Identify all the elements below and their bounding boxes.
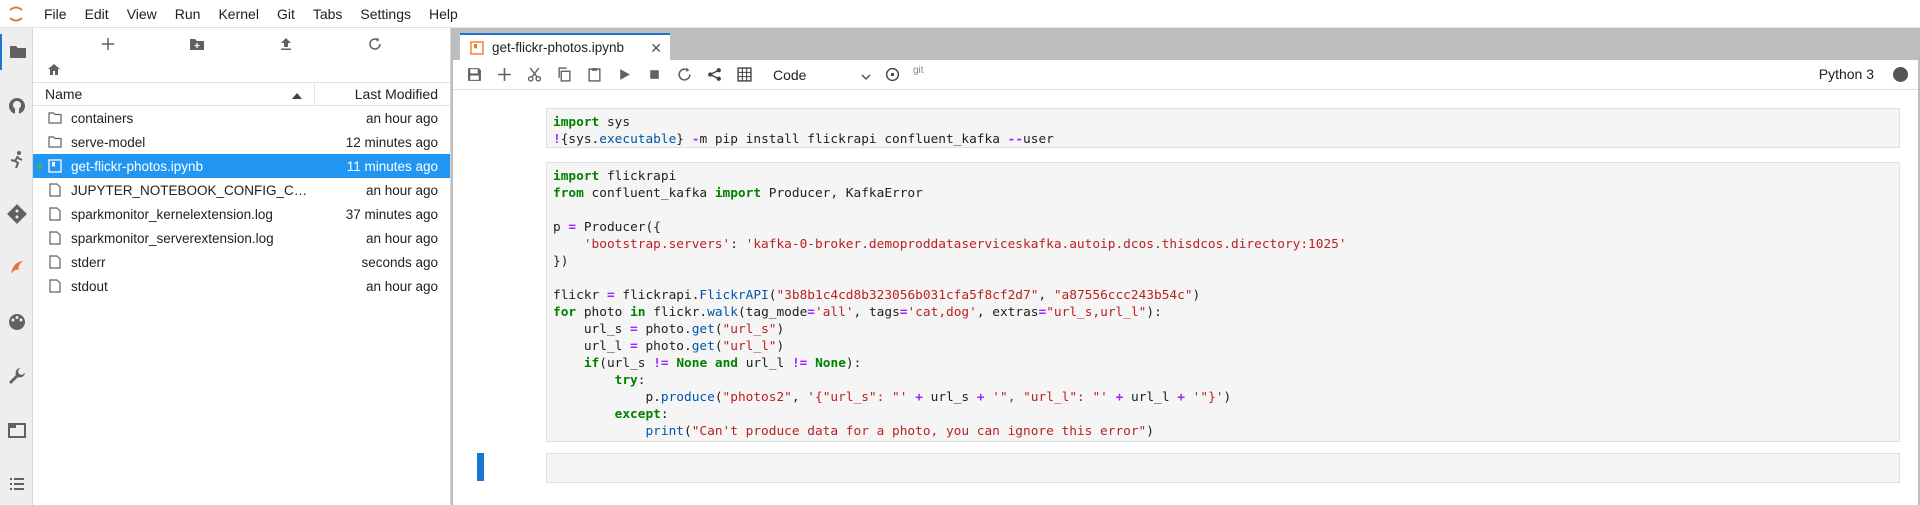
upload-icon[interactable] xyxy=(274,32,298,56)
wrench-icon[interactable] xyxy=(0,358,33,394)
tab-bar: get-flickr-photos.ipynb ✕ xyxy=(451,28,1920,60)
file-row-sparkmonitor-kernel-log[interactable]: sparkmonitor_kernelextension.log 37 minu… xyxy=(33,202,450,226)
menu-run[interactable]: Run xyxy=(166,0,210,28)
cut-icon[interactable] xyxy=(519,61,549,89)
kernel-name[interactable]: Python 3 xyxy=(1819,66,1874,82)
chevron-down-icon xyxy=(861,67,871,83)
clock-icon[interactable] xyxy=(877,61,907,89)
file-browser: Name Last Modified containers an hour ag… xyxy=(33,28,451,505)
file-row-stdout[interactable]: stdout an hour ago xyxy=(33,274,450,298)
git-label[interactable]: git xyxy=(913,65,924,76)
file-icon xyxy=(47,254,63,270)
tabs-icon[interactable] xyxy=(0,412,33,448)
column-last-modified[interactable]: Last Modified xyxy=(315,86,450,102)
restart-icon[interactable] xyxy=(669,61,699,89)
file-list-header: Name Last Modified xyxy=(33,82,450,106)
add-cell-icon[interactable] xyxy=(489,61,519,89)
running-indicator xyxy=(37,164,42,169)
breadcrumb xyxy=(33,60,450,82)
cell-editor[interactable]: import sys !{sys.executable} -m pip inst… xyxy=(546,108,1900,148)
main-area: get-flickr-photos.ipynb ✕ Code git Pytho… xyxy=(451,28,1920,505)
spark-icon[interactable] xyxy=(0,250,33,286)
new-launcher-icon[interactable] xyxy=(96,32,120,56)
notebook-toolbar: Code git Python 3 xyxy=(453,60,1918,90)
file-browser-toolbar xyxy=(33,28,450,60)
file-icon xyxy=(47,278,63,294)
menu-tabs[interactable]: Tabs xyxy=(304,0,352,28)
share-icon[interactable] xyxy=(699,61,729,89)
menu-help[interactable]: Help xyxy=(420,0,467,28)
file-row-sparkmonitor-server-log[interactable]: sparkmonitor_serverextension.log an hour… xyxy=(33,226,450,250)
notebook-icon xyxy=(470,40,484,55)
palette-icon[interactable] xyxy=(0,304,33,340)
cell-editor[interactable] xyxy=(546,453,1900,483)
notebook-icon xyxy=(47,158,63,174)
notebook-cell[interactable]: [*]: import flickrapi from confluent_kaf… xyxy=(453,162,1918,442)
refresh-icon[interactable] xyxy=(363,32,387,56)
notebook-cell[interactable]: [ ]: import sys !{sys.executable} -m pip… xyxy=(453,108,1918,148)
calculator-icon[interactable] xyxy=(729,61,759,89)
file-icon xyxy=(47,206,63,222)
menu-kernel[interactable]: Kernel xyxy=(209,0,267,28)
notebook-panel: Code git Python 3 [ ]: import sys !{sys.… xyxy=(453,60,1918,505)
toc-list-icon[interactable] xyxy=(0,466,33,502)
paste-icon[interactable] xyxy=(579,61,609,89)
stop-icon[interactable] xyxy=(639,61,669,89)
menu-git[interactable]: Git xyxy=(268,0,304,28)
menu-settings[interactable]: Settings xyxy=(351,0,420,28)
copy-icon[interactable] xyxy=(549,61,579,89)
file-row-get-flickr-photos[interactable]: get-flickr-photos.ipynb 11 minutes ago xyxy=(33,154,450,178)
notebook-cell-active[interactable]: [ ]: xyxy=(453,453,1918,483)
folder-icon xyxy=(47,110,63,126)
tab-get-flickr-photos[interactable]: get-flickr-photos.ipynb ✕ xyxy=(460,33,670,60)
git-icon[interactable] xyxy=(0,196,33,232)
kernel-status-indicator xyxy=(1893,67,1908,82)
github-icon[interactable] xyxy=(0,88,33,124)
file-row-containers[interactable]: containers an hour ago xyxy=(33,106,450,130)
column-name[interactable]: Name xyxy=(33,83,315,105)
tab-title: get-flickr-photos.ipynb xyxy=(492,40,625,55)
new-folder-icon[interactable] xyxy=(185,32,209,56)
file-row-jupyter-config[interactable]: JUPYTER_NOTEBOOK_CONFIG_COMP... an hour … xyxy=(33,178,450,202)
sort-caret-up-icon xyxy=(292,86,302,102)
cell-type-dropdown[interactable]: Code xyxy=(767,64,877,86)
cell-editor[interactable]: import flickrapi from confluent_kafka im… xyxy=(546,162,1900,442)
active-cell-indicator xyxy=(477,453,484,481)
file-row-serve-model[interactable]: serve-model 12 minutes ago xyxy=(33,130,450,154)
file-icon xyxy=(47,230,63,246)
file-row-stderr[interactable]: stderr seconds ago xyxy=(33,250,450,274)
home-icon[interactable] xyxy=(47,63,61,79)
close-icon[interactable]: ✕ xyxy=(650,40,662,57)
folder-icon xyxy=(47,134,63,150)
jupyter-logo-icon xyxy=(0,0,32,28)
activity-bar xyxy=(0,28,33,505)
folder-icon[interactable] xyxy=(0,34,33,70)
menu-view[interactable]: View xyxy=(118,0,166,28)
save-icon[interactable] xyxy=(459,61,489,89)
menu-edit[interactable]: Edit xyxy=(76,0,118,28)
menu-bar: File Edit View Run Kernel Git Tabs Setti… xyxy=(0,0,1920,28)
running-icon[interactable] xyxy=(0,142,33,178)
menu-file[interactable]: File xyxy=(32,0,76,28)
file-icon xyxy=(47,182,63,198)
file-list: containers an hour ago serve-model 12 mi… xyxy=(33,106,450,298)
run-icon[interactable] xyxy=(609,61,639,89)
